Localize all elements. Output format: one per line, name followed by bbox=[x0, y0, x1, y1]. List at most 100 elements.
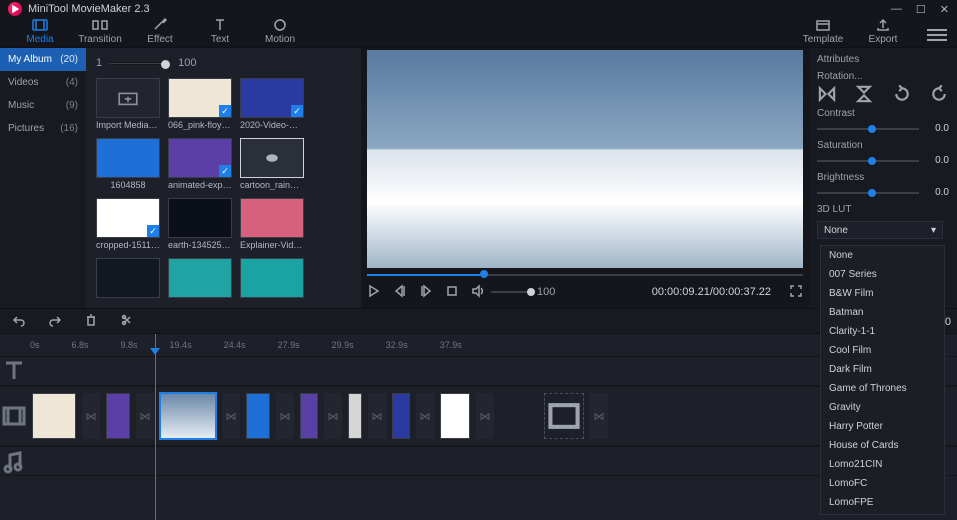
media-thumb-label: animated-explainer-bl... bbox=[168, 180, 232, 190]
rotate-ccw-button[interactable] bbox=[929, 86, 949, 102]
media-thumb-label: Explainer-Video-Script... bbox=[240, 240, 304, 250]
next-frame-button[interactable] bbox=[419, 284, 433, 301]
lut-option[interactable]: 007 Series bbox=[821, 265, 944, 284]
media-thumb[interactable]: Import Media Files bbox=[96, 78, 160, 130]
timeline-clip[interactable] bbox=[160, 393, 216, 439]
attributes-header: Attributes bbox=[817, 54, 949, 65]
tab-effect-label: Effect bbox=[147, 34, 172, 45]
media-thumb[interactable] bbox=[240, 258, 304, 300]
media-thumb[interactable] bbox=[96, 258, 160, 300]
prev-frame-button[interactable] bbox=[393, 284, 407, 301]
timeline-clip[interactable] bbox=[440, 393, 470, 439]
lut-option[interactable]: Harry Potter bbox=[821, 417, 944, 436]
lut-option[interactable]: Clarity-1-1 bbox=[821, 322, 944, 341]
transition-slot[interactable]: ⋈ bbox=[136, 393, 154, 439]
timeline-clip[interactable] bbox=[300, 393, 318, 439]
tab-transition-label: Transition bbox=[78, 34, 122, 45]
maximize-button[interactable]: ☐ bbox=[916, 3, 926, 16]
rotate-cw-button[interactable] bbox=[892, 86, 912, 102]
lut-option[interactable]: B&W Film bbox=[821, 284, 944, 303]
transition-slot[interactable]: ⋈ bbox=[276, 393, 294, 439]
lut-option[interactable]: None bbox=[821, 246, 944, 265]
transition-slot[interactable]: ⋈ bbox=[590, 393, 608, 439]
tab-media[interactable]: Media bbox=[10, 16, 70, 47]
video-track[interactable]: ⋈ ⋈ ⋈ ⋈ ⋈ ⋈ ⋈ ⋈ ⋈ bbox=[0, 386, 957, 446]
time-ruler[interactable]: 0s6.8s9.8s19.4s24.4s27.9s29.9s32.9s37.9s bbox=[0, 334, 957, 356]
lut-option[interactable]: Gravity bbox=[821, 398, 944, 417]
playhead[interactable] bbox=[155, 334, 156, 520]
media-thumb[interactable]: ✓animated-explainer-bl... bbox=[168, 138, 232, 190]
lut-option[interactable]: Batman bbox=[821, 303, 944, 322]
lut-option[interactable]: LomoFC bbox=[821, 474, 944, 493]
sidebar-item-count: (4) bbox=[66, 77, 78, 88]
media-thumb[interactable]: ✓2020-Video-Marketing... bbox=[240, 78, 304, 130]
media-thumb[interactable]: earth-1345257_640 bbox=[168, 198, 232, 250]
drop-zone[interactable] bbox=[544, 393, 584, 439]
sidebar-item-myalbum[interactable]: My Album (20) bbox=[0, 48, 86, 71]
undo-button[interactable] bbox=[12, 313, 26, 330]
lut-option[interactable]: Dark Film bbox=[821, 360, 944, 379]
brightness-slider[interactable] bbox=[817, 192, 919, 194]
media-thumb[interactable]: cartoon_rain_cloud-t2 bbox=[240, 138, 304, 190]
tab-template[interactable]: Template bbox=[793, 16, 853, 47]
stop-button[interactable] bbox=[445, 284, 459, 301]
close-button[interactable]: ✕ bbox=[940, 3, 949, 16]
transition-slot[interactable]: ⋈ bbox=[222, 393, 240, 439]
transition-slot[interactable]: ⋈ bbox=[416, 393, 434, 439]
lut-option[interactable]: Game of Thrones bbox=[821, 379, 944, 398]
saturation-slider[interactable] bbox=[817, 160, 919, 162]
fullscreen-button[interactable] bbox=[789, 284, 803, 301]
lut-option[interactable]: Lomo21CIN bbox=[821, 455, 944, 474]
media-thumb[interactable]: Explainer-Video-Script... bbox=[240, 198, 304, 250]
sidebar-item-music[interactable]: Music (9) bbox=[0, 94, 86, 117]
ruler-mark: 27.9s bbox=[278, 340, 300, 350]
lut-dropdown[interactable]: None ▾ bbox=[817, 221, 943, 239]
media-thumb[interactable]: ✓cropped-1511941_980... bbox=[96, 198, 160, 250]
minimize-button[interactable]: — bbox=[891, 3, 902, 16]
timeline: 0s6.8s9.8s19.4s24.4s27.9s29.9s32.9s37.9s… bbox=[0, 334, 957, 520]
flip-horizontal-button[interactable] bbox=[817, 86, 837, 102]
redo-button[interactable] bbox=[48, 313, 62, 330]
media-thumb[interactable]: ✓066_pink-floyd_wish-y... bbox=[168, 78, 232, 130]
timeline-clip[interactable] bbox=[106, 393, 130, 439]
split-button[interactable] bbox=[120, 313, 134, 330]
lut-option[interactable]: Cool Film bbox=[821, 341, 944, 360]
media-thumb[interactable] bbox=[168, 258, 232, 300]
ruler-mark: 9.8s bbox=[121, 340, 138, 350]
tab-transition[interactable]: Transition bbox=[70, 16, 130, 47]
playback-progress[interactable] bbox=[367, 272, 803, 278]
ruler-mark: 6.8s bbox=[72, 340, 89, 350]
transition-slot[interactable]: ⋈ bbox=[476, 393, 494, 439]
play-button[interactable] bbox=[367, 284, 381, 301]
volume-icon[interactable] bbox=[471, 284, 485, 301]
contrast-slider[interactable] bbox=[817, 128, 919, 130]
timeline-clip[interactable] bbox=[32, 393, 76, 439]
menu-button[interactable] bbox=[927, 29, 947, 41]
text-track[interactable] bbox=[0, 356, 957, 386]
transition-slot[interactable]: ⋈ bbox=[324, 393, 342, 439]
preview-video[interactable] bbox=[367, 50, 803, 268]
lut-option[interactable]: LomoVS bbox=[821, 512, 944, 515]
timeline-clip[interactable] bbox=[392, 393, 410, 439]
transition-slot[interactable]: ⋈ bbox=[82, 393, 100, 439]
app-title: MiniTool MovieMaker 2.3 bbox=[28, 3, 150, 15]
delete-button[interactable] bbox=[84, 313, 98, 330]
timeline-clip[interactable] bbox=[246, 393, 270, 439]
lut-option[interactable]: House of Cards bbox=[821, 436, 944, 455]
tab-motion[interactable]: Motion bbox=[250, 16, 310, 47]
thumb-size-slider[interactable] bbox=[110, 62, 170, 65]
tab-export[interactable]: Export bbox=[853, 16, 913, 47]
volume-slider[interactable] bbox=[491, 291, 531, 293]
transition-slot[interactable]: ⋈ bbox=[368, 393, 386, 439]
lut-option[interactable]: LomoFPE bbox=[821, 493, 944, 512]
flip-vertical-button[interactable] bbox=[854, 86, 874, 102]
timeline-clip[interactable] bbox=[348, 393, 362, 439]
sidebar-item-pictures[interactable]: Pictures (16) bbox=[0, 117, 86, 140]
media-thumb[interactable]: 1604858 bbox=[96, 138, 160, 190]
sidebar-item-count: (16) bbox=[60, 123, 78, 134]
tab-effect[interactable]: Effect bbox=[130, 16, 190, 47]
tab-text[interactable]: Text bbox=[190, 16, 250, 47]
media-thumb-label: 1604858 bbox=[96, 180, 160, 190]
audio-track[interactable] bbox=[0, 446, 957, 476]
sidebar-item-videos[interactable]: Videos (4) bbox=[0, 71, 86, 94]
